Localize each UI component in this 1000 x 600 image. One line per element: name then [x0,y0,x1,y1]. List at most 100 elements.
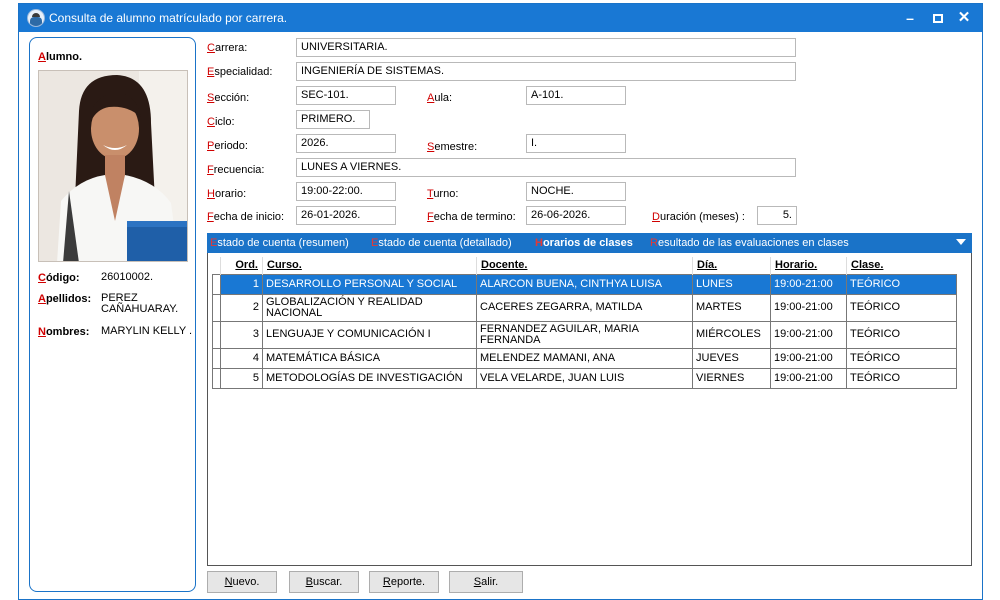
cell-ord[interactable]: 1 [220,273,263,295]
ciclo-label: Ciclo: [207,116,235,128]
turno-field[interactable]: NOCHE. [526,182,626,201]
seccion-label: Sección: [207,92,250,104]
duracion-field[interactable]: 5. [757,206,797,225]
cell-dia[interactable]: LUNES [692,273,771,295]
cell-clase[interactable]: TEÓRICO [846,293,957,322]
student-photo-illustration [39,71,187,261]
maximize-icon [933,14,943,23]
col-clase[interactable]: Clase. [846,257,957,274]
tab-dropdown-icon[interactable] [956,239,966,245]
row-header-cell[interactable] [212,320,221,349]
semestre-field[interactable]: I. [526,134,626,153]
cell-docente[interactable]: VELA VELARDE, JUAN LUIS [476,367,693,389]
student-app-icon [27,9,45,27]
frecuencia-field[interactable]: LUNES A VIERNES. [296,158,796,177]
table-row[interactable]: 1 DESARROLLO PERSONAL Y SOCIAL ALARCON BUE… [212,273,957,295]
col-dia[interactable]: Día. [692,257,771,274]
row-header-corner [213,257,221,274]
cell-clase[interactable]: TEÓRICO [846,367,957,389]
tab-estado-detallado[interactable]: Estado de cuenta (detallado) [371,237,512,249]
nuevo-button[interactable]: Nuevo. [207,571,277,593]
col-docente[interactable]: Docente. [476,257,693,274]
tab-horarios-clases[interactable]: Horarios de clases [535,237,633,249]
main-window: Consulta de alumno matrículado por carre… [18,3,983,600]
alumno-label: Alumno. [38,51,83,63]
tab-bar: Estado de cuenta (resumen) Estado de cue… [207,233,972,253]
row-header-cell[interactable] [212,347,221,369]
row-header-cell[interactable] [212,367,221,389]
cell-dia[interactable]: VIERNES [692,367,771,389]
nombres-value: MARYLIN KELLY . [101,325,193,337]
periodo-field[interactable]: 2026. [296,134,396,153]
cell-horario[interactable]: 19:00-21:00 [770,367,847,389]
row-header-cell[interactable] [212,293,221,322]
cell-curso[interactable]: MATEMÁTICA BÁSICA [262,347,477,369]
salir-button[interactable]: Salir. [449,571,523,593]
cell-clase[interactable]: TEÓRICO [846,347,957,369]
schedule-grid: Ord. Curso. Docente. Día. Horario. Clase… [207,253,972,566]
frecuencia-label: Frecuencia: [207,164,265,176]
turno-label: Turno: [427,188,459,200]
cell-ord[interactable]: 5 [220,367,263,389]
aula-field[interactable]: A-101. [526,86,626,105]
grid-header-row: Ord. Curso. Docente. Día. Horario. Clase… [213,257,957,274]
cell-clase[interactable]: TEÓRICO [846,320,957,349]
buscar-button[interactable]: Buscar. [289,571,359,593]
horario-label: Horario: [207,188,247,200]
horario-field[interactable]: 19:00-22:00. [296,182,396,201]
cell-curso[interactable]: LENGUAJE Y COMUNICACIÓN I [262,320,477,349]
cell-ord[interactable]: 2 [220,293,263,322]
cell-dia[interactable]: MIÉRCOLES [692,320,771,349]
codigo-value: 26010002. [101,271,153,283]
especialidad-label: Especialidad: [207,66,273,78]
fecha-inicio-field[interactable]: 26-01-2026. [296,206,396,225]
col-horario[interactable]: Horario. [770,257,847,274]
nombres-label: Nombres: [38,326,90,338]
table-row[interactable]: 4 MATEMÁTICA BÁSICA MELENDEZ MAMANI, ANA JU… [212,347,957,369]
cell-dia[interactable]: JUEVES [692,347,771,369]
cell-docente[interactable]: MELENDEZ MAMANI, ANA [476,347,693,369]
fecha-termino-field[interactable]: 26-06-2026. [526,206,626,225]
row-header-cell[interactable] [212,273,221,295]
tab-resultado-evaluaciones[interactable]: Resultado de las evaluaciones en clases [650,237,849,249]
title-bar[interactable]: Consulta de alumno matrículado por carre… [19,4,982,32]
col-ord[interactable]: Ord. [220,257,263,274]
window-title: Consulta de alumno matrículado por carre… [49,11,288,25]
periodo-label: Periodo: [207,140,248,152]
cell-horario[interactable]: 19:00-21:00 [770,293,847,322]
cell-docente[interactable]: CACERES ZEGARRA, MATILDA [476,293,693,322]
duracion-label: Duración (meses) : [652,211,745,223]
aula-label: Aula: [427,92,453,104]
ciclo-field[interactable]: PRIMERO. [296,110,370,129]
cell-curso[interactable]: GLOBALIZACIÓN Y REALIDAD NACIONAL [262,293,477,322]
table-row[interactable]: 3 LENGUAJE Y COMUNICACIÓN I FERNANDEZ AGUI… [212,320,957,349]
tab-estado-resumen[interactable]: Estado de cuenta (resumen) [210,237,349,249]
apellidos-value: PEREZ CAÑAHUARAY. [101,292,179,315]
cell-dia[interactable]: MARTES [692,293,771,322]
especialidad-field[interactable]: INGENIERÍA DE SISTEMAS. [296,62,796,81]
codigo-label: Código: [38,272,80,284]
seccion-field[interactable]: SEC-101. [296,86,396,105]
fecha-termino-label: Fecha de termino: [427,211,516,223]
student-panel: Alumno. Código: 26010002. Apellidos: PER… [29,37,196,592]
carrera-field[interactable]: UNIVERSITARIA. [296,38,796,57]
reporte-button[interactable]: Reporte. [369,571,439,593]
minimize-button[interactable]: – [899,9,921,27]
cell-docente[interactable]: ALARCON BUENA, CINTHYA LUISA [476,273,693,295]
col-curso[interactable]: Curso. [262,257,477,274]
cell-ord[interactable]: 4 [220,347,263,369]
student-photo [38,70,188,262]
cell-ord[interactable]: 3 [220,320,263,349]
cell-curso[interactable]: METODOLOGÍAS DE INVESTIGACIÓN [262,367,477,389]
table-row[interactable]: 2 GLOBALIZACIÓN Y REALIDAD NACIONAL CACERE… [212,293,957,322]
cell-curso[interactable]: DESARROLLO PERSONAL Y SOCIAL [262,273,477,295]
close-button[interactable]: ✕ [953,9,975,27]
cell-docente[interactable]: FERNANDEZ AGUILAR, MARIA FERNANDA [476,320,693,349]
cell-clase[interactable]: TEÓRICO [846,273,957,295]
apellidos-label: Apellidos: [38,293,92,305]
cell-horario[interactable]: 19:00-21:00 [770,320,847,349]
maximize-button[interactable] [927,9,949,27]
cell-horario[interactable]: 19:00-21:00 [770,273,847,295]
cell-horario[interactable]: 19:00-21:00 [770,347,847,369]
table-row[interactable]: 5 METODOLOGÍAS DE INVESTIGACIÓN VELA VELAR… [212,367,957,389]
